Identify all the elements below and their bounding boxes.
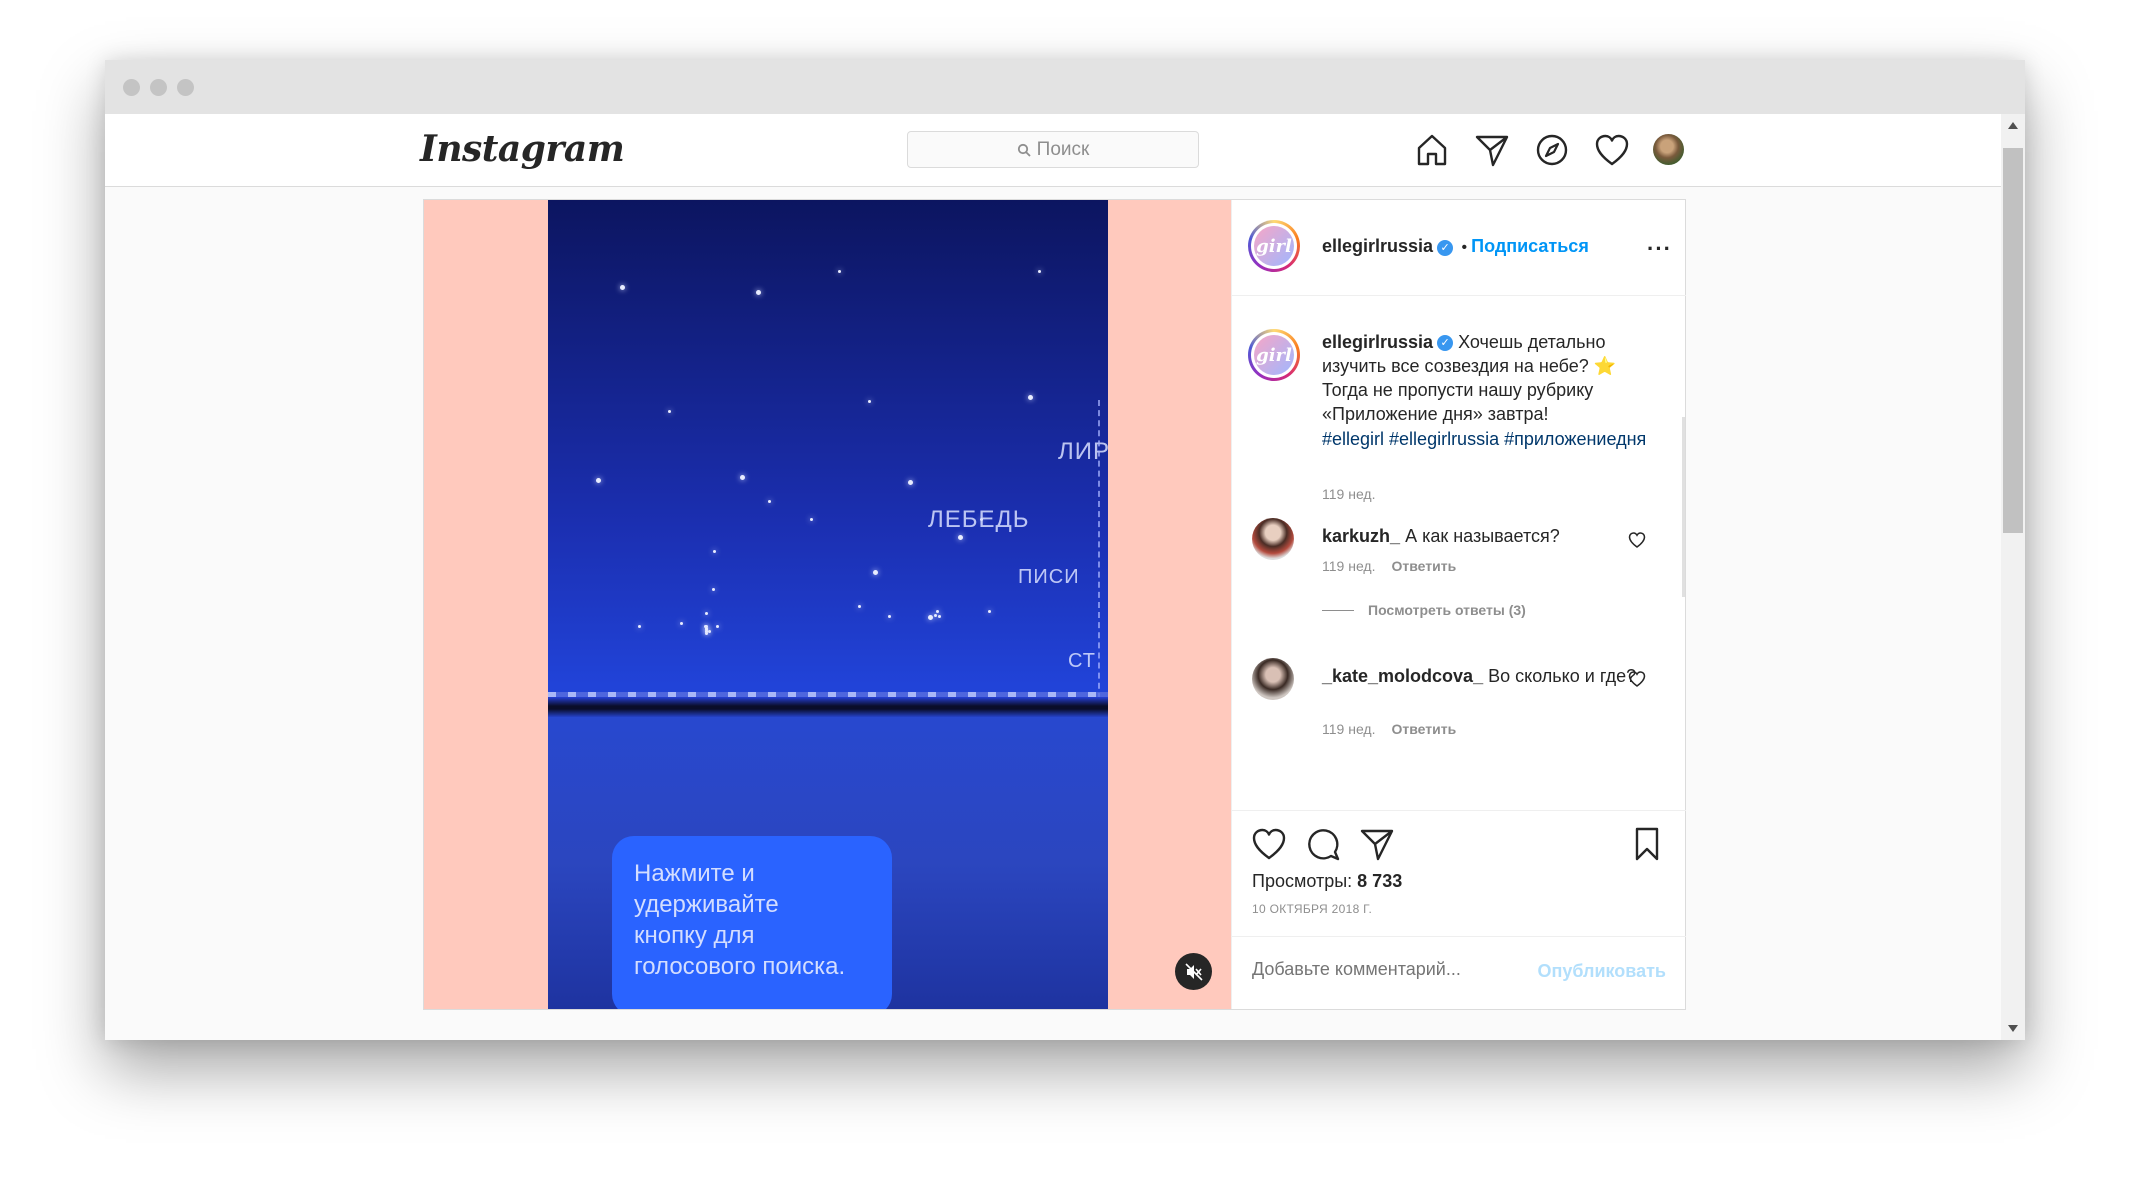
comment-bubble-icon[interactable] [1304,825,1342,863]
caption-username[interactable]: ellegirlrussia [1322,332,1433,352]
like-comment-heart-icon-2[interactable] [1628,670,1646,688]
like-heart-icon[interactable] [1250,825,1288,863]
comment-username-2[interactable]: _kate_molodcova_ [1322,666,1483,686]
caption-time: 119 нед. [1322,486,1376,502]
post-sidebar: girl ellegirlrussia ✓ • Подписаться ··· gi… [1231,200,1686,1009]
instagram-logo[interactable]: Instagram [420,128,625,170]
reply-button[interactable]: Ответить [1391,558,1456,574]
separator-dot: • [1461,239,1468,256]
scroll-thumb[interactable] [2003,148,2023,533]
browser-window: Instagram Поиск ЛЕБЕДЬ ЛИР ПИСИ СТ Нажми… [105,60,2025,1040]
view-replies-button[interactable]: Посмотреть ответы (3) [1322,602,1526,618]
home-icon[interactable] [1413,131,1451,169]
comments-scrollbar[interactable] [1682,417,1685,597]
tooltip-text: Нажмите и удерживайте кнопку для голосов… [634,860,846,980]
horizon-line [548,697,1108,717]
activity-heart-icon[interactable] [1593,131,1631,169]
post-date[interactable]: 10 ОКТЯБРЯ 2018 Г. [1252,902,1372,916]
reply-button-2[interactable]: Ответить [1391,721,1456,737]
views-label: Просмотры: [1252,871,1353,891]
publish-button[interactable]: Опубликовать [1537,961,1666,982]
video-frame[interactable]: ЛЕБЕДЬ ЛИР ПИСИ СТ Нажмите и удерживайте… [548,200,1108,1009]
comment-kate: _kate_molodcova_ Во сколько и где? [1322,664,1652,688]
direct-icon[interactable] [1473,131,1511,169]
post-header: girl ellegirlrussia ✓ • Подписаться ··· [1232,200,1686,296]
verified-badge-icon-2: ✓ [1437,335,1454,352]
mute-button[interactable] [1175,953,1212,990]
close-window-dot[interactable] [123,79,140,96]
replies-line [1322,609,1354,611]
explore-icon[interactable] [1533,131,1571,169]
avatar-logo-text-2: girl [1254,335,1294,375]
bookmark-icon[interactable] [1628,825,1666,863]
comment-time: 119 нед. [1322,558,1376,574]
comment-meta-karkuzh: 119 нед. Ответить [1322,558,1456,574]
commenter-avatar-kate[interactable] [1252,658,1294,700]
comment-meta-kate: 119 нед. Ответить [1322,721,1456,737]
search-icon [1017,143,1031,157]
post-card: ЛЕБЕДЬ ЛИР ПИСИ СТ Нажмите и удерживайте… [423,199,1686,1010]
caption-text: ellegirlrussia ✓ Хочешь детально изучить … [1322,330,1652,426]
views-count[interactable]: 8 733 [1357,871,1402,891]
maximize-window-dot[interactable] [177,79,194,96]
top-nav: Instagram Поиск [105,114,2001,187]
share-direct-icon[interactable] [1358,825,1396,863]
minimize-window-dot[interactable] [150,79,167,96]
follow-button[interactable]: Подписаться [1471,236,1589,256]
like-comment-heart-icon[interactable] [1628,531,1646,549]
comment-text-2: Во сколько и где? [1488,666,1637,686]
verified-badge-icon: ✓ [1437,239,1454,256]
constellation-label-swan: ЛЕБЕДЬ [928,506,1030,533]
comment-karkuzh: karkuzh_ А как называется? [1322,524,1652,548]
post-actions: Просмотры: 8 733 10 ОКТЯБРЯ 2018 Г. [1232,810,1686,935]
search-placeholder: Поиск [1036,138,1090,160]
voice-search-tooltip: Нажмите и удерживайте кнопку для голосов… [612,836,892,1009]
comment-input[interactable] [1252,959,1552,980]
page-scrollbar[interactable] [2001,114,2025,1040]
caption-author-avatar[interactable]: girl [1248,329,1300,381]
more-options-icon[interactable]: ··· [1647,236,1672,262]
comment-text: А как называется? [1405,526,1560,546]
title-bar [105,60,2025,114]
post-author-line: ellegirlrussia ✓ • Подписаться [1322,236,1589,257]
avatar-logo-text: girl [1254,226,1294,266]
page-viewport: Instagram Поиск ЛЕБЕДЬ ЛИР ПИСИ СТ Нажми… [105,114,2025,1040]
caption-hashtags[interactable]: #ellegirl #ellegirlrussia #приложениедня [1322,427,1652,451]
commenter-avatar-karkuzh[interactable] [1252,518,1294,560]
comments-list: girl ellegirlrussia ✓ Хочешь детально изу… [1232,297,1686,809]
add-comment-bar: Опубликовать [1232,936,1686,1009]
comment-time-2: 119 нед. [1322,721,1376,737]
constellation-label-pisces: ПИСИ [1018,566,1080,588]
post-media[interactable]: ЛЕБЕДЬ ЛИР ПИСИ СТ Нажмите и удерживайте… [424,200,1231,1009]
profile-avatar[interactable] [1653,134,1684,165]
scroll-down-arrow-icon[interactable] [2008,1025,2018,1032]
constellation-label-st: СТ [1068,650,1096,672]
views-line: Просмотры: 8 733 [1252,871,1402,892]
comment-username[interactable]: karkuzh_ [1322,526,1400,546]
search-box[interactable]: Поиск [907,131,1199,168]
speaker-muted-icon [1184,962,1203,981]
view-replies-label: Посмотреть ответы (3) [1368,602,1526,618]
author-username[interactable]: ellegirlrussia [1322,236,1433,256]
author-avatar[interactable]: girl [1248,220,1300,272]
scroll-up-arrow-icon[interactable] [2008,122,2018,129]
